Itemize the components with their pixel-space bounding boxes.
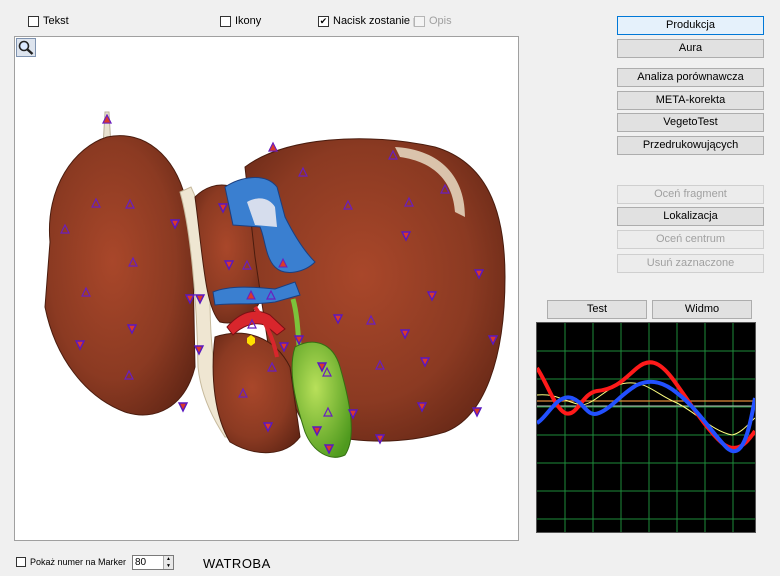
marker-down-icon[interactable] [177,402,189,413]
press-checkbox[interactable]: ✔ Nacisk zostanie p [318,15,419,27]
magnifier-icon[interactable] [16,38,36,57]
aura-button[interactable]: Aura [617,39,764,58]
marker-filled-up-icon[interactable] [268,141,278,152]
marker-size-input[interactable] [133,556,163,569]
text-checkbox[interactable]: Tekst [28,15,69,27]
checkbox-box [414,15,425,27]
evaluate-fragment-button: Oceń fragment [617,185,764,204]
delete-selected-button: Usuń zaznaczone [617,254,764,273]
waveform-graph [535,323,757,532]
reprint-button[interactable]: Przedrukowujących [617,136,764,155]
comparative-analysis-button[interactable]: Analiza porównawcza [617,68,764,87]
show-marker-number-checkbox[interactable]: Pokaż numer na Marker [16,557,126,567]
meta-correction-button[interactable]: META-korekta [617,91,764,110]
marker-size-spinner[interactable]: ▲ ▼ [132,555,174,570]
test-button[interactable]: Test [547,300,647,319]
description-checkbox: Opis [414,15,452,27]
organ-name-label: WATROBA [203,556,271,571]
marker-down-icon[interactable] [471,407,483,418]
vegetotest-button[interactable]: VegetoTest [617,113,764,132]
checkbox-box[interactable] [28,15,39,27]
checkbox-box-checked[interactable]: ✔ [318,15,329,27]
waveform-panel [535,322,757,533]
checkbox-box[interactable] [16,557,26,567]
localization-button[interactable]: Lokalizacja [617,207,764,226]
organ-image-view[interactable] [14,36,519,541]
evaluate-center-button: Oceń centrum [617,230,764,249]
spectrum-button[interactable]: Widmo [652,300,752,319]
produkcja-button[interactable]: Produkcja [617,16,764,35]
icons-checkbox[interactable]: Ikony [220,15,261,27]
liver-illustration [44,111,506,458]
spin-down-icon[interactable]: ▼ [164,562,173,569]
checkbox-box[interactable] [220,15,231,27]
